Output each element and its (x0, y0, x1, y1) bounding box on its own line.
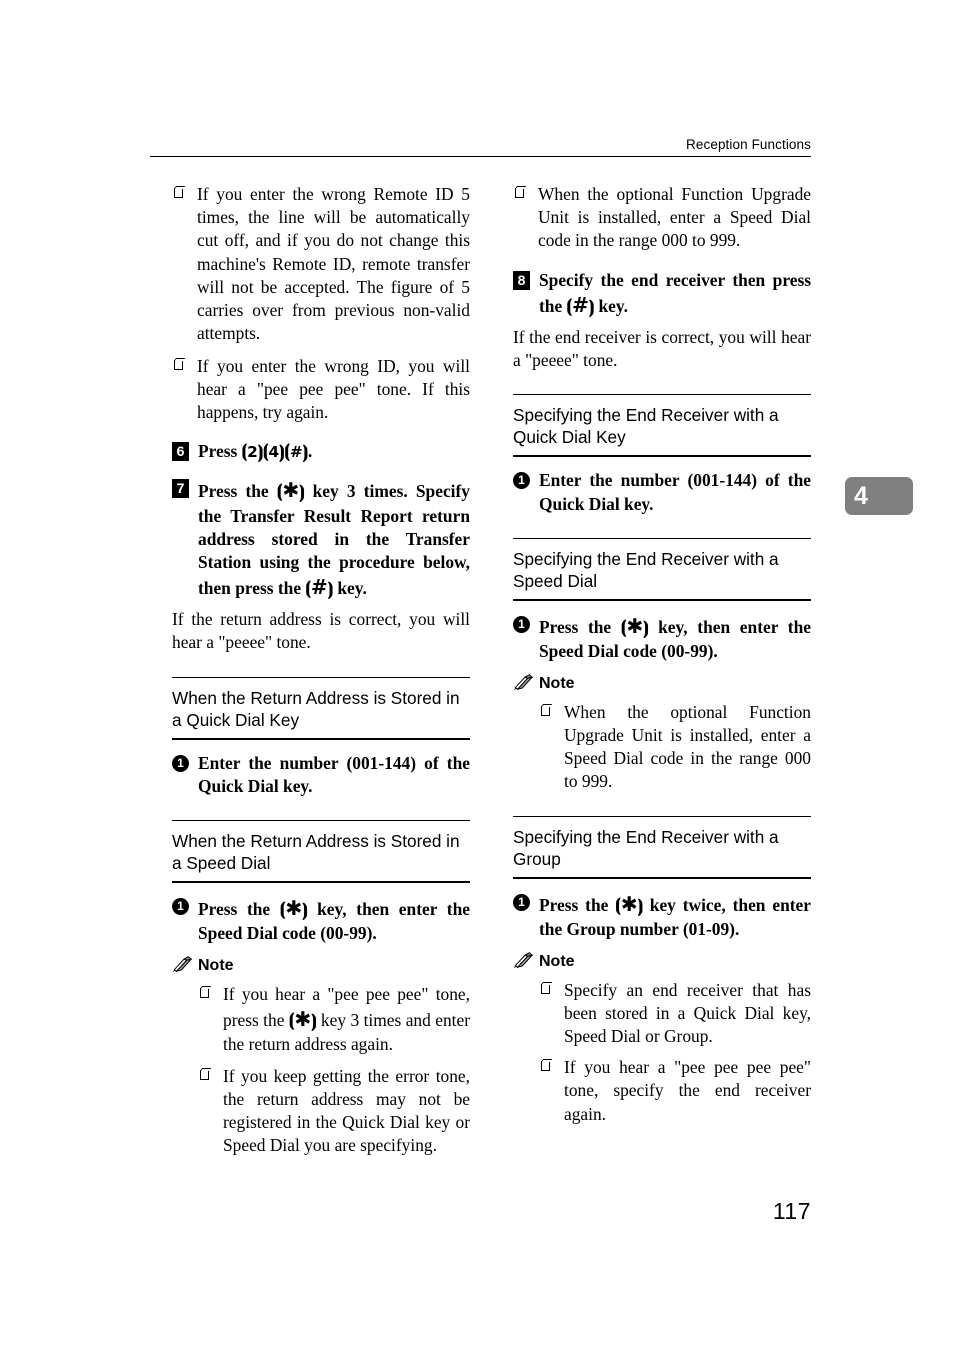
note-heading: Note (513, 952, 811, 971)
substep-text-part1: Press the (198, 899, 280, 919)
left-top-note-list: If you enter the wrong Remote ID 5 times… (172, 183, 470, 424)
keycap-asterisk: ⦗✱⦘ (615, 891, 643, 916)
section-heading: When the Return Address is Stored in a S… (172, 830, 460, 873)
note-text: Specify an end receiver that has been st… (564, 979, 811, 1046)
page-header: Reception Functions (150, 137, 811, 157)
procedure-step-8: 8 Specify the end receiver then press th… (513, 269, 811, 319)
section-heading: Specifying the End Receiver with a Quick… (513, 405, 779, 448)
list-item: If you keep getting the error tone, the … (172, 1065, 470, 1158)
step-number-badge: 8 (513, 270, 530, 290)
note-text: If you hear a "pee pee pee pee" tone, sp… (564, 1057, 811, 1124)
section-end-receiver-group: Specifying the End Receiver with a Group… (513, 815, 811, 1126)
substep-number-badge: 1 (172, 898, 189, 915)
substep-text: Enter the number (001-144) of the Quick … (539, 470, 811, 514)
keycap-hash: ⦗#⦘ (305, 575, 334, 600)
section-rule-bottom (513, 455, 811, 458)
note-label: Note (539, 675, 575, 693)
substep-text-part1: Press the (539, 616, 621, 637)
list-item: When the optional Function Upgrade Unit … (513, 183, 811, 253)
step-8-explanation: If the end receiver is correct, you will… (513, 326, 811, 371)
note-label: Note (539, 952, 575, 970)
hollow-square-bullet-icon (174, 359, 183, 370)
section-rule-bottom (172, 881, 470, 883)
list-item: Specify an end receiver that has been st… (513, 979, 811, 1049)
list-item: If you hear a "pee pee pee pee" tone, sp… (513, 1056, 811, 1126)
hollow-square-bullet-icon (200, 987, 209, 998)
hollow-square-bullet-icon (541, 1061, 550, 1072)
procedure-step-7: 7 Press the ⦗✱⦘ key 3 times. Specify the… (172, 477, 470, 601)
substep-1: 1 Press the ⦗✱⦘ key twice, then enter th… (513, 891, 811, 941)
keycap-asterisk: ⦗✱⦘ (276, 478, 305, 503)
keycap-hash: ⦗#⦘ (566, 292, 595, 317)
keycap-asterisk: ⦗✱⦘ (620, 613, 649, 638)
substep-number-badge: 1 (513, 615, 530, 633)
step-7-explanation: If the return address is correct, you wi… (172, 609, 470, 653)
keycap-sequence: ⦗2⦘⦗4⦘⦗#⦘ (241, 442, 308, 463)
right-top-note-list: When the optional Function Upgrade Unit … (513, 183, 811, 253)
substep-number-badge: 1 (513, 472, 530, 490)
section-return-address-speed-dial: When the Return Address is Stored in a S… (172, 819, 470, 1158)
substep-text: Enter the number (001-144) of the Quick … (198, 752, 470, 796)
note-text: When the optional Function Upgrade Unit … (564, 701, 811, 792)
section-rule-bottom (172, 737, 470, 740)
section-heading: When the Return Address is Stored in a Q… (172, 687, 460, 730)
step-text-after: . (307, 441, 313, 462)
substep-number-badge: 1 (172, 754, 189, 772)
keycap-asterisk: ⦗✱⦘ (288, 1007, 317, 1032)
chapter-tab-marker: 4 (845, 477, 913, 515)
pencil-icon (513, 674, 533, 691)
hollow-square-bullet-icon (174, 188, 183, 198)
substep-text-part1: Press the (539, 894, 616, 915)
hollow-square-bullet-icon (515, 188, 524, 198)
section-heading: Specifying the End Receiver with a Speed… (513, 548, 779, 591)
right-column: When the optional Function Upgrade Unit … (513, 183, 811, 1126)
section-heading: Specifying the End Receiver with a Group (513, 826, 779, 869)
section-return-address-quick-dial: When the Return Address is Stored in a Q… (172, 676, 470, 798)
list-item: If you enter the wrong Remote ID 5 times… (172, 183, 470, 346)
substep-1: 1 Enter the number (001-144) of the Quic… (513, 469, 811, 515)
left-column: If you enter the wrong Remote ID 5 times… (172, 183, 470, 1158)
section-end-receiver-quick-dial: Specifying the End Receiver with a Quick… (513, 394, 811, 515)
step-text-before: Press (198, 441, 242, 462)
hollow-square-bullet-icon (541, 705, 550, 716)
manual-page: Reception Functions 4 If you enter the w… (0, 0, 954, 1351)
note-block: Note When the optional Function Upgrade … (513, 674, 811, 794)
note-heading: Note (513, 674, 811, 693)
note-block: Note Specify an end receiver that has be… (513, 952, 811, 1126)
step-text-part2: key. (594, 295, 628, 316)
note-block: Note If you hear a "pee pee pee" tone, p… (172, 956, 470, 1158)
note-text: If you keep getting the error tone, the … (223, 1065, 470, 1156)
hollow-square-bullet-icon (541, 983, 550, 994)
list-item: If you hear a "pee pee pee" tone, press … (172, 983, 470, 1057)
substep-1: 1 Press the ⦗✱⦘ key, then enter the Spee… (513, 613, 811, 663)
section-end-receiver-speed-dial: Specifying the End Receiver with a Speed… (513, 537, 811, 794)
procedure-step-6: 6 Press ⦗2⦘⦗4⦘⦗#⦘. (172, 440, 470, 464)
step-number-badge: 6 (172, 442, 189, 462)
substep-1: 1 Press the ⦗✱⦘ key, then enter the Spee… (172, 895, 470, 945)
note-text: If you enter the wrong ID, you will hear… (197, 355, 470, 423)
keycap-asterisk: ⦗✱⦘ (279, 896, 308, 920)
note-heading: Note (172, 956, 470, 975)
note-text: If you enter the wrong Remote ID 5 times… (197, 184, 470, 344)
note-text: When the optional Function Upgrade Unit … (538, 184, 811, 251)
page-number: 117 (772, 1198, 811, 1224)
step-text-part1: Press the (198, 481, 277, 502)
list-item: If you enter the wrong ID, you will hear… (172, 355, 470, 425)
pencil-icon (172, 956, 192, 973)
note-label: Note (198, 957, 234, 975)
substep-1: 1 Enter the number (001-144) of the Quic… (172, 752, 470, 798)
running-header-title: Reception Functions (686, 137, 811, 152)
pencil-icon (513, 952, 533, 969)
header-divider (150, 155, 811, 157)
section-rule-bottom (513, 876, 811, 879)
substep-number-badge: 1 (513, 893, 530, 911)
step-number-badge: 7 (172, 479, 189, 499)
section-rule-bottom (513, 598, 811, 601)
list-item: When the optional Function Upgrade Unit … (513, 701, 811, 794)
step-text-part3: key. (333, 578, 367, 599)
hollow-square-bullet-icon (200, 1069, 209, 1080)
